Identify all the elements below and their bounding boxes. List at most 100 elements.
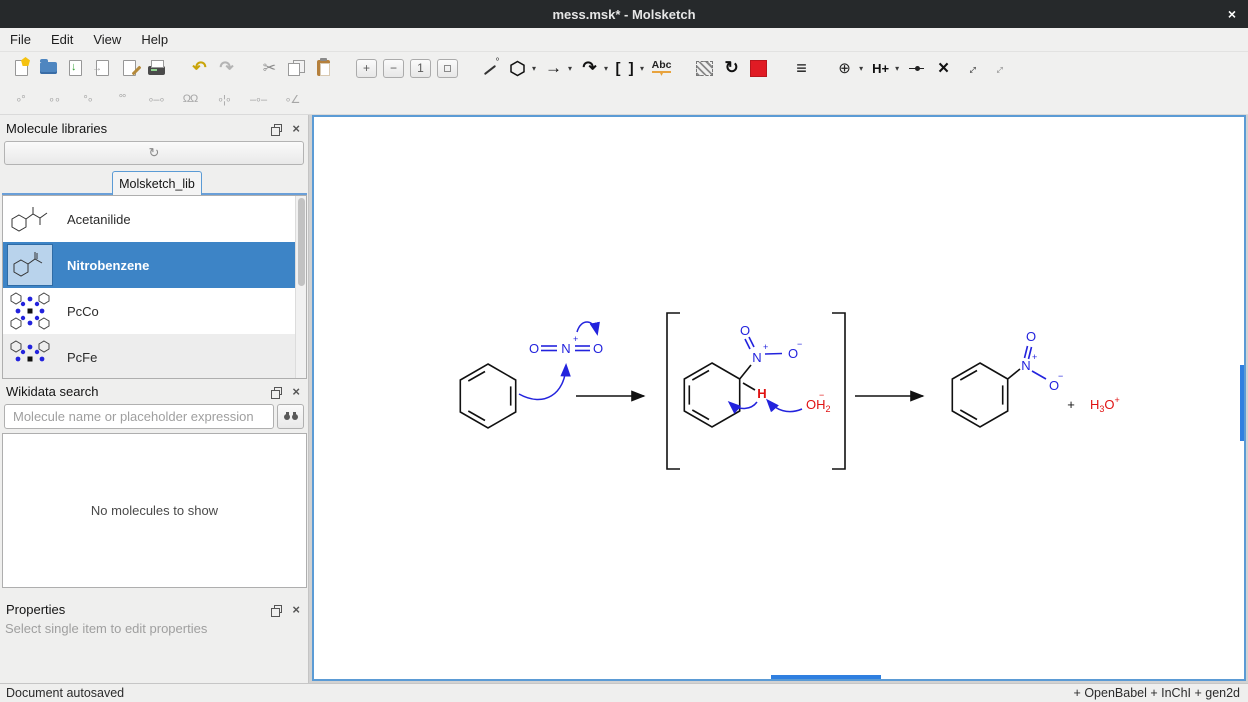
line-width-button[interactable]: ≡ — [788, 55, 815, 82]
zoom-out-button[interactable]: − — [380, 55, 407, 82]
list-item-acetanilide[interactable]: Acetanilide — [3, 196, 306, 242]
float-panel-icon[interactable] — [274, 387, 282, 395]
reaction-arrow-button[interactable]: → — [540, 55, 567, 82]
mechanism-arrow-n-to-o[interactable] — [577, 322, 597, 333]
status-bar: Document autosaved + OpenBabel + InChI +… — [0, 683, 1248, 702]
cut-button[interactable]: ✂ — [256, 55, 283, 82]
menu-help[interactable]: Help — [131, 29, 178, 50]
delete-tool-button[interactable]: × — [930, 55, 957, 82]
align-tool-2-button[interactable]: ∘∘ — [42, 89, 66, 109]
zoom-in-button[interactable]: + — [353, 55, 380, 82]
draw-bond-button[interactable] — [477, 55, 504, 82]
text-tool-button[interactable]: Abc ▾ — [648, 55, 675, 82]
svg-text:O: O — [593, 341, 603, 356]
float-panel-icon[interactable] — [274, 605, 282, 613]
nitrobenzene-product[interactable]: O N + O − — [952, 329, 1063, 427]
color-swatch-button[interactable] — [745, 55, 772, 82]
align-tool-9-button[interactable]: ∘∠ — [280, 89, 304, 109]
align-tool-6-button[interactable]: ΩΩ — [178, 89, 202, 109]
drawing-canvas[interactable]: O N + O — [312, 115, 1246, 681]
refresh-libraries-button[interactable]: ↻ — [4, 141, 304, 165]
canvas-vertical-scrollbar[interactable] — [1240, 365, 1244, 441]
wikidata-panel-title: Wikidata search — [6, 384, 98, 399]
menu-bar: File Edit View Help — [0, 28, 1248, 52]
close-panel-icon[interactable]: × — [292, 385, 300, 398]
menu-file[interactable]: File — [0, 29, 41, 50]
tab-molsketch-lib[interactable]: Molsketch_lib — [112, 171, 202, 195]
ring-dropdown-icon[interactable]: ▾ — [532, 64, 536, 73]
list-item-pcfe[interactable]: PcFe — [3, 334, 306, 379]
hydrogen-tool-button[interactable]: H+ — [867, 55, 894, 82]
redo-button[interactable]: ↷ — [213, 55, 240, 82]
float-panel-icon[interactable] — [274, 124, 282, 132]
title-bar[interactable]: mess.msk* - Molsketch × — [0, 0, 1248, 28]
save-file-button[interactable]: ↓ — [62, 55, 89, 82]
rotate-tool-button[interactable]: ↻ — [718, 55, 745, 82]
search-button[interactable] — [277, 404, 304, 429]
paste-button[interactable] — [310, 55, 337, 82]
align-tool-8-button[interactable]: –∘– — [246, 89, 270, 109]
text-tool-icon: Abc ▾ — [652, 59, 672, 77]
list-item-pcco[interactable]: PcCo — [3, 288, 306, 334]
import-file-button[interactable] — [89, 55, 116, 82]
brackets-icon: [ ] — [615, 60, 635, 77]
zoom-reset-button[interactable]: 1 — [407, 55, 434, 82]
mechanism-arrow-base-to-h[interactable] — [768, 401, 802, 412]
refresh-icon: ↻ — [149, 145, 160, 161]
molecule-thumbnail — [7, 198, 53, 240]
mechanism-arrow-button[interactable]: ↷ — [576, 55, 603, 82]
close-window-icon[interactable]: × — [1228, 6, 1236, 22]
reaction-scheme: O N + O — [314, 117, 1244, 679]
align-tool-7-button[interactable]: ∘¦∘ — [212, 89, 236, 109]
scrollbar-thumb[interactable] — [298, 198, 305, 286]
water-base[interactable]: OH2 − — [806, 390, 831, 414]
charge-icon: ⊕ — [838, 59, 851, 77]
hydronium-ion[interactable]: H3O+ — [1090, 395, 1120, 414]
undo-button[interactable]: ↶ — [186, 55, 213, 82]
align-tool-1-button[interactable]: ∘° — [8, 89, 32, 109]
charge-dropdown-icon[interactable]: ▾ — [859, 64, 863, 73]
copy-button[interactable] — [283, 55, 310, 82]
hatch-tool-button[interactable] — [691, 55, 718, 82]
list-item-label: Acetanilide — [67, 212, 131, 227]
electron-tool-button[interactable] — [903, 55, 930, 82]
menu-view[interactable]: View — [83, 29, 131, 50]
hydrogen-dropdown-icon[interactable]: ▾ — [895, 64, 899, 73]
new-file-button[interactable] — [8, 55, 35, 82]
canvas-horizontal-scrollbar[interactable] — [771, 675, 881, 679]
align-tool-4-button[interactable]: °° — [110, 89, 134, 109]
bracket-tool-button[interactable]: [ ] — [612, 55, 639, 82]
close-panel-icon[interactable]: × — [292, 122, 300, 135]
optimize-all-icon: ↔ — [987, 57, 1008, 78]
mechanism-arrow-h-to-ring[interactable] — [730, 402, 757, 409]
arrow-dropdown-icon[interactable]: ▾ — [568, 64, 572, 73]
library-scrollbar[interactable] — [295, 196, 306, 378]
list-item-nitrobenzene[interactable]: Nitrobenzene — [3, 242, 306, 288]
svg-text:N: N — [561, 341, 570, 356]
optimize-all-tool-button[interactable]: ↔ — [984, 55, 1011, 82]
search-input[interactable] — [4, 404, 274, 429]
svg-text:O: O — [1026, 329, 1036, 344]
libraries-panel-title: Molecule libraries — [6, 121, 107, 136]
close-panel-icon[interactable]: × — [292, 603, 300, 616]
nitronium-ion[interactable]: O N + O — [529, 334, 603, 356]
hydrogen-icon: H+ — [872, 61, 889, 76]
print-button[interactable] — [143, 55, 170, 82]
mechanism-arrow-ring-to-n[interactable] — [519, 366, 566, 399]
align-tool-3-button[interactable]: °∘ — [76, 89, 100, 109]
ring-tool-button[interactable] — [504, 55, 531, 82]
optimize-tool-button[interactable]: ↔ — [957, 55, 984, 82]
export-file-button[interactable] — [116, 55, 143, 82]
charge-tool-button[interactable]: ⊕ — [831, 55, 858, 82]
benzene-molecule[interactable] — [460, 364, 515, 428]
align-tool-5-button[interactable]: ∘–∘ — [144, 89, 168, 109]
right-bracket[interactable] — [832, 313, 845, 469]
zoom-fit-button[interactable] — [434, 55, 461, 82]
electron-icon — [908, 61, 926, 75]
copy-icon — [288, 60, 305, 76]
left-bracket[interactable] — [667, 313, 680, 469]
mechanism-dropdown-icon[interactable]: ▾ — [604, 64, 608, 73]
menu-edit[interactable]: Edit — [41, 29, 83, 50]
open-file-button[interactable] — [35, 55, 62, 82]
bracket-dropdown-icon[interactable]: ▾ — [640, 64, 644, 73]
